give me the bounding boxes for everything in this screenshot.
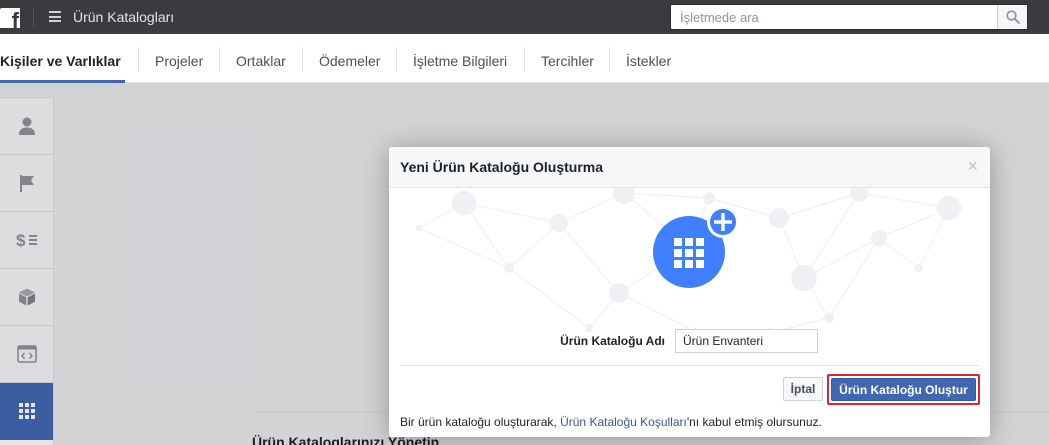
close-icon[interactable]: ×	[967, 157, 978, 175]
tab-separator	[302, 47, 303, 72]
tab-business-info[interactable]: İşletme Bilgileri	[413, 34, 507, 83]
terms-text: Bir ürün kataloğu oluşturarak, Ürün Kata…	[400, 415, 822, 429]
topbar-divider	[33, 7, 34, 27]
top-bar: f Ürün Katalogları	[0, 0, 1049, 34]
create-catalog-button[interactable]: Ürün Kataloğu Oluştur	[831, 378, 976, 401]
tab-separator	[138, 47, 139, 72]
tab-preferences[interactable]: Tercihler	[541, 34, 594, 83]
catalog-terms-link[interactable]: Ürün Kataloğu Koşulları	[560, 415, 687, 429]
catalog-illustration	[416, 188, 961, 338]
terms-suffix: 'nı kabul etmiş olursunuz.	[686, 415, 822, 429]
dialog-header: Yeni Ürün Kataloğu Oluşturma ×	[389, 147, 990, 188]
facebook-logo-icon[interactable]: f	[0, 8, 20, 28]
tab-payments[interactable]: Ödemeler	[319, 34, 380, 83]
hamburger-menu-icon[interactable]	[49, 11, 61, 22]
tab-partners[interactable]: Ortaklar	[236, 34, 286, 83]
settings-tab-bar: Kişiler ve Varlıklar Projeler Ortaklar Ö…	[0, 34, 1049, 83]
search-icon	[1006, 10, 1020, 24]
tab-separator	[219, 47, 220, 72]
app-title[interactable]: Ürün Katalogları	[73, 9, 174, 25]
tab-separator	[609, 47, 610, 72]
search-button[interactable]	[997, 5, 1027, 29]
catalog-name-input[interactable]	[675, 329, 818, 353]
create-catalog-dialog: Yeni Ürün Kataloğu Oluşturma × Ürün Kata…	[389, 147, 990, 437]
tab-separator	[396, 47, 397, 72]
tab-people-and-assets[interactable]: Kişiler ve Varlıklar	[0, 34, 125, 83]
catalog-name-label: Ürün Kataloğu Adı	[560, 334, 665, 348]
dialog-divider	[400, 365, 979, 366]
cancel-button[interactable]: İptal	[783, 377, 823, 401]
create-button-highlight: Ürün Kataloğu Oluştur	[827, 374, 980, 405]
search-box	[670, 4, 1028, 30]
tab-separator	[524, 47, 525, 72]
tab-requests[interactable]: İstekler	[626, 34, 671, 83]
tab-projects[interactable]: Projeler	[155, 34, 203, 83]
catalog-name-row: Ürün Kataloğu Adı	[389, 329, 990, 353]
logo-letter: f	[11, 8, 19, 29]
terms-prefix: Bir ürün kataloğu oluşturarak,	[400, 415, 561, 429]
search-input[interactable]	[671, 5, 997, 29]
catalog-grid-icon	[674, 238, 704, 268]
dialog-title: Yeni Ürün Kataloğu Oluşturma	[400, 159, 604, 175]
